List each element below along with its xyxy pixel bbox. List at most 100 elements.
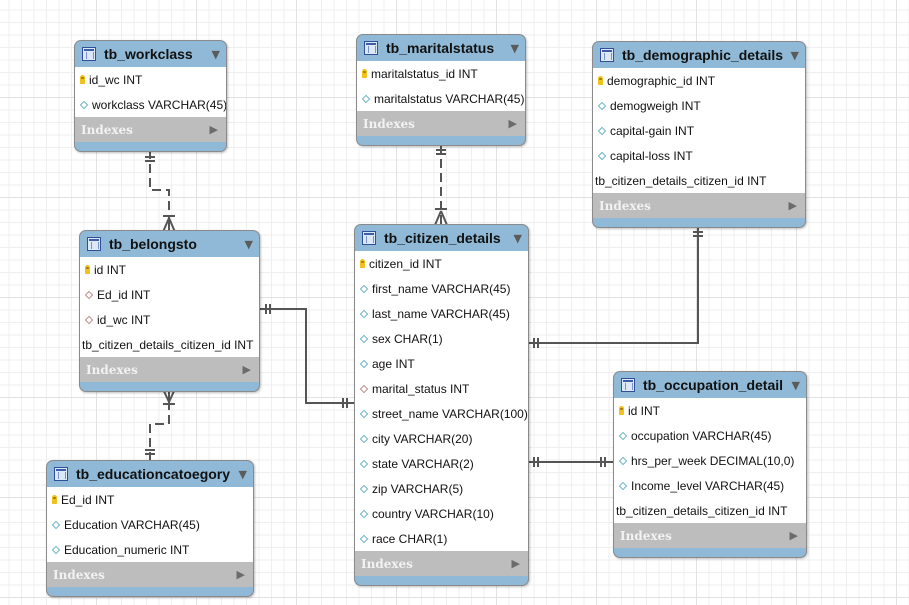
column-row[interactable]: hrs_per_week DECIMAL(10,0) — [614, 448, 806, 473]
indexes-label: Indexes — [361, 556, 413, 571]
collapse-toggle-icon[interactable]: ▼ — [239, 468, 247, 481]
indexes-section[interactable]: Indexes ▶ — [355, 551, 528, 576]
table-tb-belongsto[interactable]: tb_belongsto ▼ id INT Ed_id INT id_wc INT t… — [79, 230, 260, 392]
column-diamond-icon — [359, 409, 369, 418]
table-header[interactable]: tb_demographic_details ▼ — [593, 42, 805, 68]
indexes-label: Indexes — [599, 198, 651, 213]
indexes-section[interactable]: Indexes ▶ — [80, 357, 259, 382]
column-text: workclass VARCHAR(45) — [92, 97, 227, 112]
collapse-toggle-icon[interactable]: ▼ — [511, 42, 519, 55]
table-header[interactable]: tb_maritalstatus ▼ — [357, 35, 525, 61]
table-header[interactable]: tb_belongsto ▼ — [80, 231, 259, 257]
column-diamond-icon — [359, 534, 369, 543]
column-text: demographic_id INT — [607, 73, 716, 88]
table-tb-maritalstatus[interactable]: tb_maritalstatus ▼ maritalstatus_id INT m… — [356, 34, 526, 146]
expand-arrow-icon[interactable]: ▶ — [789, 199, 797, 212]
column-row[interactable]: maritalstatus_id INT — [357, 61, 525, 86]
column-row[interactable]: citizen_id INT — [355, 251, 528, 276]
column-diamond-icon — [361, 94, 371, 103]
column-diamond-icon — [359, 334, 369, 343]
column-row[interactable]: state VARCHAR(2) — [355, 451, 528, 476]
column-text: tb_citizen_details_citizen_id INT — [82, 337, 254, 352]
indexes-section[interactable]: Indexes ▶ — [47, 562, 253, 587]
table-header[interactable]: tb_citizen_details ▼ — [355, 225, 528, 251]
expand-arrow-icon[interactable]: ▶ — [509, 117, 517, 130]
column-row[interactable]: tb_citizen_details_citizen_id INT — [593, 168, 805, 193]
column-row[interactable]: first_name VARCHAR(45) — [355, 276, 528, 301]
collapse-toggle-icon[interactable]: ▼ — [514, 232, 522, 245]
column-row[interactable]: tb_citizen_details_citizen_id INT — [80, 332, 259, 357]
column-row[interactable]: id INT — [614, 398, 806, 423]
table-tb-citizen-details[interactable]: tb_citizen_details ▼ citizen_id INT first… — [354, 224, 529, 586]
column-row[interactable]: Income_level VARCHAR(45) — [614, 473, 806, 498]
column-row[interactable]: marital_status INT — [355, 376, 528, 401]
column-row[interactable]: city VARCHAR(20) — [355, 426, 528, 451]
column-text: occupation VARCHAR(45) — [631, 428, 772, 443]
indexes-section[interactable]: Indexes ▶ — [357, 111, 525, 136]
column-row[interactable]: Education VARCHAR(45) — [47, 512, 253, 537]
indexes-section[interactable]: Indexes ▶ — [75, 117, 226, 142]
relationship-demographic-citizen[interactable] — [528, 226, 703, 348]
column-text: Education_numeric INT — [64, 542, 190, 557]
collapse-toggle-icon[interactable]: ▼ — [245, 238, 253, 251]
indexes-label: Indexes — [363, 116, 415, 131]
table-tb-educationcatoegory[interactable]: tb_educationcatoegory ▼ Ed_id INT Educati… — [46, 460, 254, 597]
collapse-toggle-icon[interactable]: ▼ — [791, 49, 799, 62]
expand-arrow-icon[interactable]: ▶ — [237, 568, 245, 581]
column-text: maritalstatus VARCHAR(45) — [374, 91, 525, 106]
column-row[interactable]: country VARCHAR(10) — [355, 501, 528, 526]
table-footer — [80, 382, 259, 391]
column-text: maritalstatus_id INT — [371, 66, 478, 81]
column-row[interactable]: Ed_id INT — [80, 282, 259, 307]
column-list: Ed_id INT Education VARCHAR(45) Education_… — [47, 487, 253, 562]
column-diamond-icon — [51, 520, 61, 529]
column-row[interactable]: maritalstatus VARCHAR(45) — [357, 86, 525, 111]
column-diamond-icon — [79, 100, 89, 109]
column-row[interactable]: last_name VARCHAR(45) — [355, 301, 528, 326]
table-header[interactable]: tb_workclass ▼ — [75, 41, 226, 67]
relationship-belongsto-citizen[interactable] — [259, 304, 355, 408]
column-row[interactable]: capital-gain INT — [593, 118, 805, 143]
column-diamond-icon — [359, 509, 369, 518]
column-row[interactable]: id_wc INT — [75, 67, 226, 92]
relationship-occupation-citizen[interactable] — [528, 457, 614, 467]
relationship-workclass-belongsto[interactable] — [145, 150, 176, 233]
table-tb-workclass[interactable]: tb_workclass ▼ id_wc INT workclass VARCHA… — [74, 40, 227, 152]
table-title: tb_citizen_details — [384, 230, 501, 246]
column-row[interactable]: Education_numeric INT — [47, 537, 253, 562]
column-row[interactable]: demogweigh INT — [593, 93, 805, 118]
collapse-toggle-icon[interactable]: ▼ — [212, 48, 220, 61]
column-row[interactable]: demographic_id INT — [593, 68, 805, 93]
column-row[interactable]: id INT — [80, 257, 259, 282]
column-row[interactable]: age INT — [355, 351, 528, 376]
column-row[interactable]: occupation VARCHAR(45) — [614, 423, 806, 448]
column-text: capital-loss INT — [610, 148, 693, 163]
column-row[interactable]: id_wc INT — [80, 307, 259, 332]
table-header[interactable]: tb_occupation_detail ▼ — [614, 372, 806, 398]
column-row[interactable]: street_name VARCHAR(100) — [355, 401, 528, 426]
column-row[interactable]: workclass VARCHAR(45) — [75, 92, 226, 117]
expand-arrow-icon[interactable]: ▶ — [243, 363, 251, 376]
indexes-section[interactable]: Indexes ▶ — [614, 523, 806, 548]
indexes-section[interactable]: Indexes ▶ — [593, 193, 805, 218]
column-row[interactable]: capital-loss INT — [593, 143, 805, 168]
expand-arrow-icon[interactable]: ▶ — [210, 123, 218, 136]
column-text: marital_status INT — [372, 381, 470, 396]
table-header[interactable]: tb_educationcatoegory ▼ — [47, 461, 253, 487]
column-list: citizen_id INT first_name VARCHAR(45) last… — [355, 251, 528, 551]
collapse-toggle-icon[interactable]: ▼ — [792, 379, 800, 392]
column-text: last_name VARCHAR(45) — [372, 306, 510, 321]
expand-arrow-icon[interactable]: ▶ — [512, 557, 520, 570]
table-tb-occupation-detail[interactable]: tb_occupation_detail ▼ id INT occupation … — [613, 371, 807, 558]
column-row[interactable]: Ed_id INT — [47, 487, 253, 512]
column-row[interactable]: tb_citizen_details_citizen_id INT — [614, 498, 806, 523]
column-text: Income_level VARCHAR(45) — [631, 478, 785, 493]
relationship-education-belongsto[interactable] — [145, 388, 176, 461]
relationship-maritalstatus-citizen[interactable] — [434, 145, 448, 226]
table-footer — [355, 576, 528, 585]
expand-arrow-icon[interactable]: ▶ — [790, 529, 798, 542]
column-row[interactable]: zip VARCHAR(5) — [355, 476, 528, 501]
column-row[interactable]: race CHAR(1) — [355, 526, 528, 551]
column-row[interactable]: sex CHAR(1) — [355, 326, 528, 351]
table-tb-demographic-details[interactable]: tb_demographic_details ▼ demographic_id … — [592, 41, 806, 228]
